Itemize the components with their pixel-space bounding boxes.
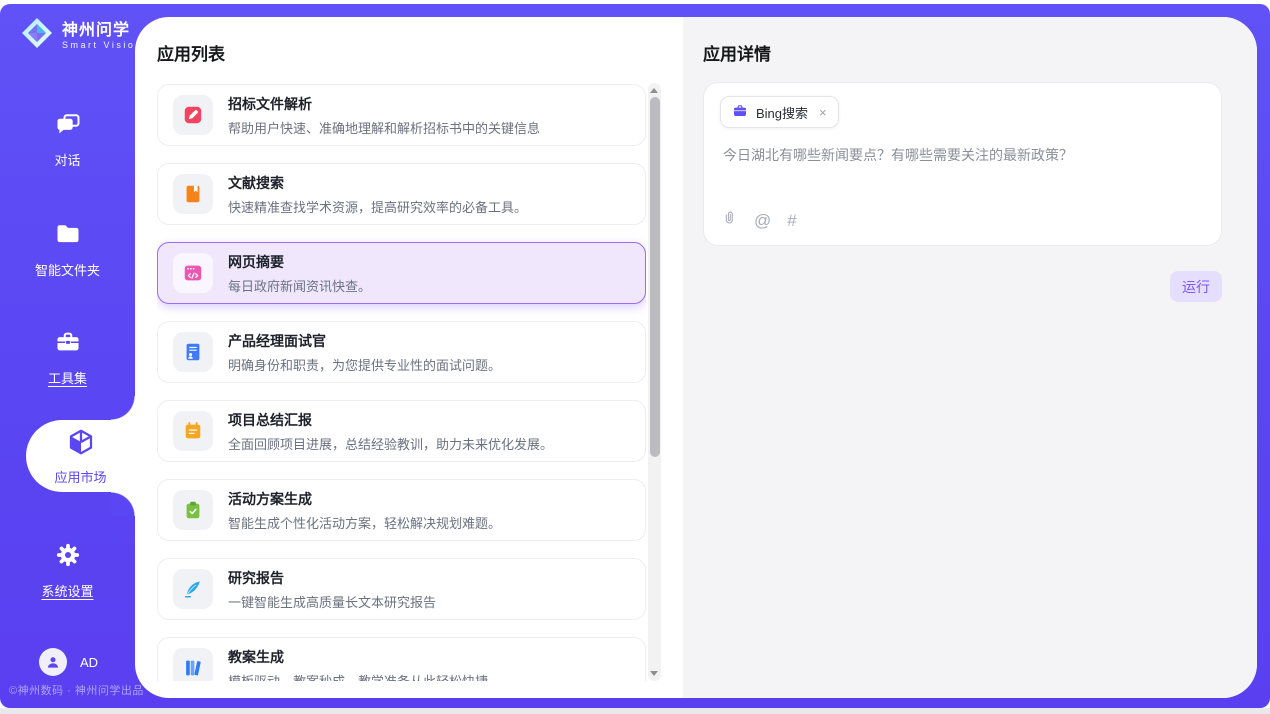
scrollbar-thumb[interactable] <box>650 97 660 457</box>
bubble-fillet-top <box>111 396 135 420</box>
cube-icon <box>66 427 96 462</box>
list-item-project-summary[interactable]: 项目总结汇报 全面回顾项目进展，总结经验教训，助力未来优化发展。 <box>157 400 646 462</box>
app-item-texts: 文献搜索 快速精准查找学术资源，提高研究效率的必备工具。 <box>228 173 527 216</box>
app-item-desc: 明确身份和职责，为您提供专业性的面试问题。 <box>228 355 501 374</box>
app-item-texts: 网页摘要 每日政府新闻资讯快查。 <box>228 252 371 295</box>
bubble-fillet-bottom <box>111 492 135 516</box>
prompt-card[interactable]: Bing搜索 × 今日湖北有哪些新闻要点？有哪些需要关注的最新政策？ @ # <box>703 82 1222 246</box>
copyright-text: ©神州数码 · 神州问学出品 <box>9 682 144 698</box>
list-item-research-report[interactable]: 研究报告 一键智能生成高质量长文本研究报告 <box>157 558 646 620</box>
list-item-event-plan[interactable]: 活动方案生成 智能生成个性化活动方案，轻松解决规划难题。 <box>157 479 646 541</box>
close-icon[interactable]: × <box>819 105 827 120</box>
brand-subtitle: Smart Vision <box>62 40 143 50</box>
app-item-texts: 教案生成 模板驱动，教案秒成，教学准备从此轻松快捷 <box>228 647 488 682</box>
prompt-input-text[interactable]: 今日湖北有哪些新闻要点？有哪些需要关注的最新政策？ <box>723 145 1203 165</box>
paperclip-icon[interactable] <box>721 208 738 232</box>
app-item-texts: 产品经理面试官 明确身份和职责，为您提供专业性的面试问题。 <box>228 331 501 374</box>
diamond-logo-icon <box>20 16 54 55</box>
mention-icon[interactable]: @ <box>754 212 771 229</box>
scroll-up-arrow-icon[interactable] <box>650 88 658 93</box>
app-item-title: 教案生成 <box>228 647 488 667</box>
app-item-desc: 智能生成个性化活动方案，轻松解决规划难题。 <box>228 513 501 532</box>
app-item-title: 研究报告 <box>228 568 436 588</box>
sidebar-item-settings[interactable]: 系统设置 <box>0 541 135 600</box>
chat-icon <box>54 110 82 143</box>
sidebar-item-chat[interactable]: 对话 <box>0 110 135 169</box>
book-icon <box>173 174 213 214</box>
books-icon <box>173 648 213 681</box>
app-item-texts: 项目总结汇报 全面回顾项目进展，总结经验教训，助力未来优化发展。 <box>228 410 553 453</box>
interview-icon <box>173 332 213 372</box>
app-list-title: 应用列表 <box>157 40 225 65</box>
sidebar-item-app-market[interactable]: 应用市场 <box>26 420 135 492</box>
tool-tag-bing-search[interactable]: Bing搜索 × <box>720 96 839 128</box>
app-item-title: 产品经理面试官 <box>228 331 501 351</box>
sidebar-item-label: 智能文件夹 <box>35 260 100 279</box>
briefcase-icon <box>732 103 748 122</box>
user-initials: AD <box>80 655 98 670</box>
gear-icon <box>54 541 82 574</box>
run-button[interactable]: 运行 <box>1170 271 1222 302</box>
list-item-bid-document[interactable]: 招标文件解析 帮助用户快速、准确地理解和解析招标书中的关键信息 <box>157 84 646 146</box>
app-item-desc: 模板驱动，教案秒成，教学准备从此轻松快捷 <box>228 671 488 682</box>
prompt-toolbar: @ # <box>721 208 797 232</box>
sidebar-item-label: 应用市场 <box>54 467 106 486</box>
app-item-title: 项目总结汇报 <box>228 410 553 430</box>
avatar <box>39 648 67 676</box>
app-window: 神州问学 Smart Vision 对话 智能文件夹 <box>0 0 1270 714</box>
brand-text: 神州问学 Smart Vision <box>62 22 143 50</box>
app-item-title: 招标文件解析 <box>228 94 540 114</box>
doc-edit-icon <box>173 95 213 135</box>
scroll-down-arrow-icon[interactable] <box>650 671 658 676</box>
app-detail-panel: 应用详情 Bing搜索 × 今日湖北有哪些新闻要点？有哪些需要关注的最新政策？ <box>683 17 1257 698</box>
tool-tag-label: Bing搜索 <box>756 103 808 122</box>
hash-icon[interactable]: # <box>787 212 796 229</box>
app-detail-title: 应用详情 <box>703 40 771 65</box>
sidebar-item-label: 系统设置 <box>41 581 93 600</box>
app-item-title: 活动方案生成 <box>228 489 501 509</box>
brand-name: 神州问学 <box>62 22 143 40</box>
app-item-texts: 活动方案生成 智能生成个性化活动方案，轻松解决规划难题。 <box>228 489 501 532</box>
content-sheet: 应用列表 招标文件解析 帮助用户快速、准确地理解和解析招标书中的关键信息 <box>135 17 1257 698</box>
list-scrollbar[interactable] <box>648 83 661 681</box>
sidebar-item-label: 对话 <box>54 150 80 169</box>
app-item-desc: 快速精准查找学术资源，提高研究效率的必备工具。 <box>228 197 527 216</box>
sidebar-item-smart-folder[interactable]: 智能文件夹 <box>0 220 135 279</box>
brand-logo: 神州问学 Smart Vision <box>20 16 143 55</box>
toolbox-icon <box>54 328 82 361</box>
app-item-desc: 一键智能生成高质量长文本研究报告 <box>228 592 436 611</box>
list-item-lesson-plan[interactable]: 教案生成 模板驱动，教案秒成，教学准备从此轻松快捷 <box>157 637 646 681</box>
app-item-desc: 帮助用户快速、准确地理解和解析招标书中的关键信息 <box>228 118 540 137</box>
user-account[interactable]: AD <box>39 648 98 676</box>
window-bottom-edge <box>0 708 1270 714</box>
clipboard-icon <box>173 490 213 530</box>
quill-icon <box>173 569 213 609</box>
list-item-web-summary[interactable]: 网页摘要 每日政府新闻资讯快查。 <box>157 242 646 304</box>
list-item-literature-search[interactable]: 文献搜索 快速精准查找学术资源，提高研究效率的必备工具。 <box>157 163 646 225</box>
app-item-title: 文献搜索 <box>228 173 527 193</box>
folder-icon <box>54 220 82 253</box>
calendar-icon <box>173 411 213 451</box>
app-item-desc: 每日政府新闻资讯快查。 <box>228 276 371 295</box>
sidebar-item-label: 工具集 <box>48 368 87 387</box>
app-item-texts: 研究报告 一键智能生成高质量长文本研究报告 <box>228 568 436 611</box>
sidebar-item-toolset[interactable]: 工具集 <box>0 328 135 387</box>
app-item-desc: 全面回顾项目进展，总结经验教训，助力未来优化发展。 <box>228 434 553 453</box>
app-item-title: 网页摘要 <box>228 252 371 272</box>
list-item-pm-interviewer[interactable]: 产品经理面试官 明确身份和职责，为您提供专业性的面试问题。 <box>157 321 646 383</box>
app-item-texts: 招标文件解析 帮助用户快速、准确地理解和解析招标书中的关键信息 <box>228 94 540 137</box>
webpage-icon <box>173 253 213 293</box>
app-list: 招标文件解析 帮助用户快速、准确地理解和解析招标书中的关键信息 文献搜索 快速精… <box>157 84 646 681</box>
